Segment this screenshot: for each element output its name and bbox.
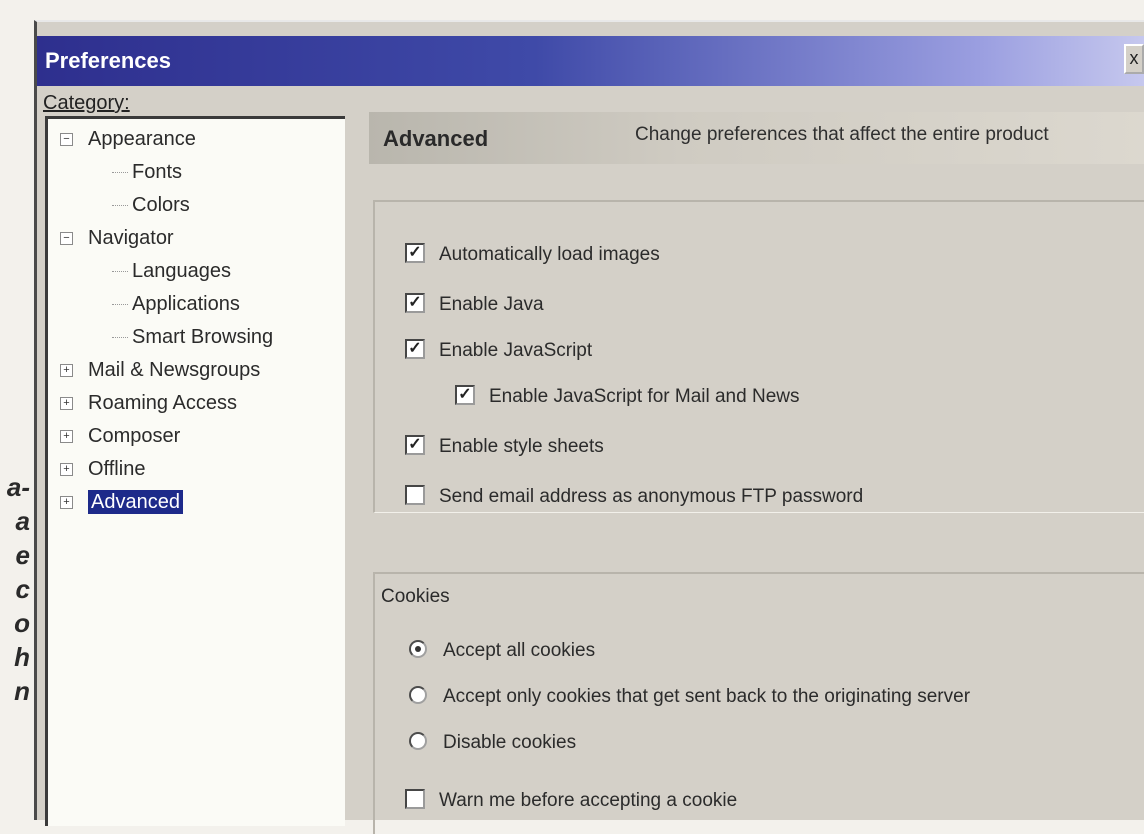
tree-connector xyxy=(112,205,128,206)
category-label: Category: xyxy=(43,92,130,114)
margin-text-line: n xyxy=(14,676,30,706)
tree-item-mail-newsgroups[interactable]: + Mail & Newsgroups xyxy=(48,354,345,387)
option-warn-cookie[interactable]: Warn me before accepting a cookie xyxy=(405,786,737,816)
close-button[interactable]: x xyxy=(1124,44,1144,74)
panel-description: Change preferences that affect the entir… xyxy=(635,124,1049,145)
tree-item-offline[interactable]: + Offline xyxy=(48,453,345,486)
tree-item-label: Languages xyxy=(132,260,231,282)
tree-item-smart-browsing[interactable]: Smart Browsing xyxy=(48,321,345,354)
option-label: Enable JavaScript for Mail and News xyxy=(489,386,800,407)
option-enable-java[interactable]: ✓ Enable Java xyxy=(405,290,544,320)
option-javascript-mail-news[interactable]: ✓ Enable JavaScript for Mail and News xyxy=(455,382,799,412)
tree-item-label: Mail & Newsgroups xyxy=(88,359,261,381)
panel-header: Advanced Change preferences that affect … xyxy=(369,112,1144,164)
option-label: Automatically load images xyxy=(439,244,660,265)
checkbox-checked-icon[interactable]: ✓ xyxy=(405,242,425,263)
option-label: Enable Java xyxy=(439,294,544,315)
checkbox-checked-icon[interactable]: ✓ xyxy=(405,292,425,313)
panel-title: Advanced xyxy=(383,126,489,151)
margin-text-line: a xyxy=(15,506,30,536)
radio-unselected-icon[interactable] xyxy=(409,731,427,750)
margin-text-line: h xyxy=(14,642,30,672)
window-title: Preferences xyxy=(45,48,171,73)
margin-text-fragments: a- a e c o h n xyxy=(0,470,34,708)
tree-connector xyxy=(112,337,128,338)
checkbox-unchecked-icon[interactable] xyxy=(405,788,425,809)
tree-item-label: Offline xyxy=(88,458,146,480)
option-label: Enable style sheets xyxy=(439,436,604,457)
expand-icon[interactable]: + xyxy=(60,463,73,476)
tree-item-label: Composer xyxy=(88,425,181,447)
tree-connector xyxy=(112,304,128,305)
collapse-icon[interactable]: − xyxy=(60,133,73,146)
tree-item-label: Appearance xyxy=(88,128,196,150)
margin-text-line: e xyxy=(15,540,30,570)
tree-item-label: Fonts xyxy=(132,161,183,183)
option-ftp-email[interactable]: Send email address as anonymous FTP pass… xyxy=(405,482,863,512)
tree-item-applications[interactable]: Applications xyxy=(48,288,345,321)
option-label: Send email address as anonymous FTP pass… xyxy=(439,486,864,507)
advanced-panel: Advanced Change preferences that affect … xyxy=(349,90,1144,834)
tree-item-label: Roaming Access xyxy=(88,392,237,414)
checkbox-unchecked-icon[interactable] xyxy=(405,484,425,505)
option-load-images[interactable]: ✓ Automatically load images xyxy=(405,240,660,270)
option-enable-javascript[interactable]: ✓ Enable JavaScript xyxy=(405,336,592,366)
tree-item-languages[interactable]: Languages xyxy=(48,255,345,288)
margin-text-line: a- xyxy=(6,472,30,502)
tree-item-label-selected: Advanced xyxy=(88,490,183,514)
radio-accept-originating-cookies[interactable]: Accept only cookies that get sent back t… xyxy=(409,682,970,712)
option-style-sheets[interactable]: ✓ Enable style sheets xyxy=(405,432,604,462)
tree-item-advanced[interactable]: + Advanced xyxy=(48,486,345,519)
checkbox-checked-icon[interactable]: ✓ xyxy=(405,338,425,359)
tree-item-composer[interactable]: + Composer xyxy=(48,420,345,453)
tree-item-fonts[interactable]: Fonts xyxy=(48,156,345,189)
checkbox-checked-icon[interactable]: ✓ xyxy=(455,384,475,405)
margin-text-line: c xyxy=(15,574,30,604)
expand-icon[interactable]: + xyxy=(60,430,73,443)
radio-unselected-icon[interactable] xyxy=(409,685,427,704)
radio-label: Disable cookies xyxy=(443,732,577,753)
checkbox-checked-icon[interactable]: ✓ xyxy=(405,434,425,455)
radio-label: Accept only cookies that get sent back t… xyxy=(443,686,971,707)
tree-item-navigator[interactable]: − Navigator xyxy=(48,222,345,255)
tree-connector xyxy=(112,172,128,173)
preferences-dialog: Preferences x Category: − Appearance Fon… xyxy=(34,20,1144,834)
margin-text-line: o xyxy=(14,608,30,638)
radio-selected-icon[interactable] xyxy=(409,639,427,658)
radio-label: Accept all cookies xyxy=(443,640,596,661)
collapse-icon[interactable]: − xyxy=(60,232,73,245)
expand-icon[interactable]: + xyxy=(60,496,73,509)
title-bar[interactable]: Preferences x xyxy=(37,36,1144,86)
option-label: Enable JavaScript xyxy=(439,340,593,361)
cookies-label: Cookies xyxy=(381,586,450,607)
tree-item-label: Navigator xyxy=(88,227,174,249)
expand-icon[interactable]: + xyxy=(60,364,73,377)
tree-item-appearance[interactable]: − Appearance xyxy=(48,123,345,156)
expand-icon[interactable]: + xyxy=(60,397,73,410)
tree-item-roaming-access[interactable]: + Roaming Access xyxy=(48,387,345,420)
tree-item-label: Colors xyxy=(132,194,190,216)
tree-item-label: Smart Browsing xyxy=(132,326,274,348)
tree-item-label: Applications xyxy=(132,293,240,315)
option-label: Warn me before accepting a cookie xyxy=(439,790,738,811)
radio-accept-all-cookies[interactable]: Accept all cookies xyxy=(409,636,595,666)
tree-connector xyxy=(112,271,128,272)
tree-item-colors[interactable]: Colors xyxy=(48,189,345,222)
category-tree[interactable]: − Appearance Fonts Colors − Navigator La… xyxy=(45,116,345,826)
radio-disable-cookies[interactable]: Disable cookies xyxy=(409,728,576,758)
